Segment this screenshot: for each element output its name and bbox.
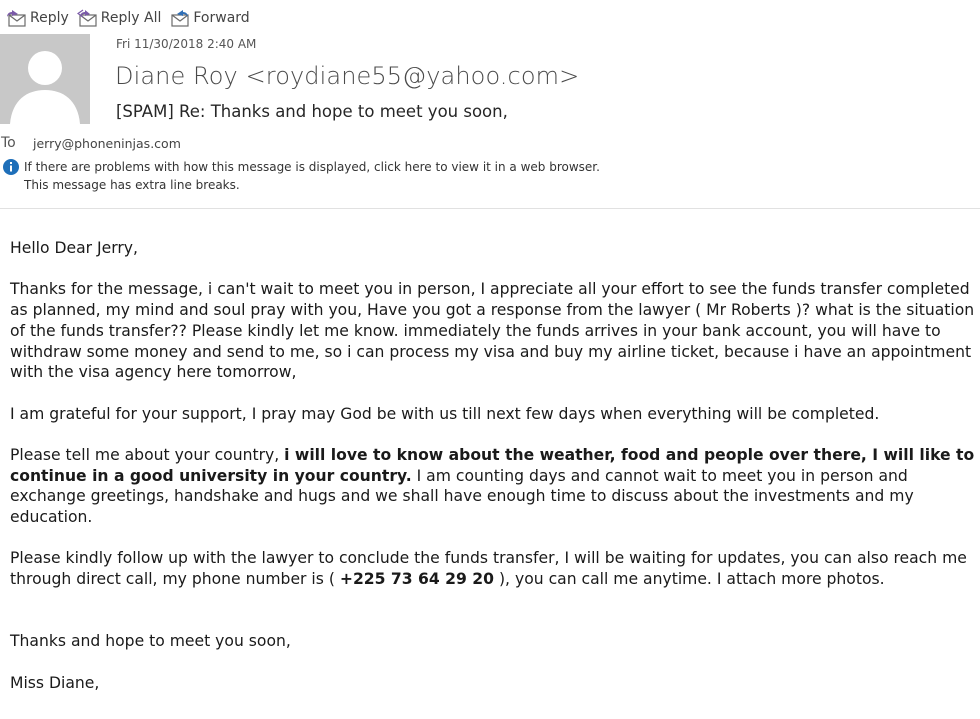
phone-number: +225 73 64 29 20 [339, 570, 495, 589]
body-paragraph-4: Please kindly follow up with the lawyer … [10, 548, 975, 589]
sender-avatar [0, 34, 90, 124]
reply-all-button[interactable]: Reply All [75, 5, 168, 31]
header-divider [0, 208, 980, 209]
info-icon [3, 159, 19, 175]
body-paragraph-3: Please tell me about your country, i wil… [10, 445, 975, 528]
to-label: To [1, 135, 16, 151]
to-row: To jerry@phoneninjas.com [0, 135, 181, 151]
signature: Miss Diane, [10, 673, 100, 692]
info-extra-line-breaks: This message has extra line breaks. [24, 178, 240, 192]
reply-button[interactable]: Reply [4, 5, 75, 31]
person-silhouette-icon [10, 51, 80, 124]
closing: Thanks and hope to meet you soon, [10, 632, 291, 651]
info-bar[interactable]: If there are problems with how this mess… [2, 158, 600, 194]
forward-label: Forward [193, 10, 250, 26]
message-toolbar: Reply Reply All Forward [4, 4, 256, 32]
reply-all-label: Reply All [100, 10, 162, 26]
body-paragraph-2: I am grateful for your support, I pray m… [10, 404, 880, 423]
recipient-address[interactable]: jerry@phoneninjas.com [33, 136, 181, 151]
forward-icon [171, 10, 189, 27]
message-subject: [SPAM] Re: Thanks and hope to meet you s… [116, 102, 508, 121]
message-date: Fri 11/30/2018 2:40 AM [116, 37, 257, 51]
para3-text-a: Please tell me about your country, [10, 445, 285, 464]
greeting: Hello Dear Jerry, [10, 239, 138, 257]
reply-icon [7, 10, 26, 27]
para4-text-b: ), you can call me anytime. I attach mor… [494, 570, 885, 589]
forward-button[interactable]: Forward [167, 5, 255, 31]
info-view-in-browser[interactable]: If there are problems with how this mess… [24, 158, 600, 176]
reply-all-icon [76, 9, 97, 27]
reply-label: Reply [30, 10, 69, 26]
sender-name[interactable]: Diane Roy <roydiane55@yahoo.com> [115, 62, 579, 90]
message-body: Hello Dear Jerry, Thanks for the message… [10, 238, 975, 714]
body-paragraph-1: Thanks for the message, i can't wait to … [10, 280, 975, 382]
